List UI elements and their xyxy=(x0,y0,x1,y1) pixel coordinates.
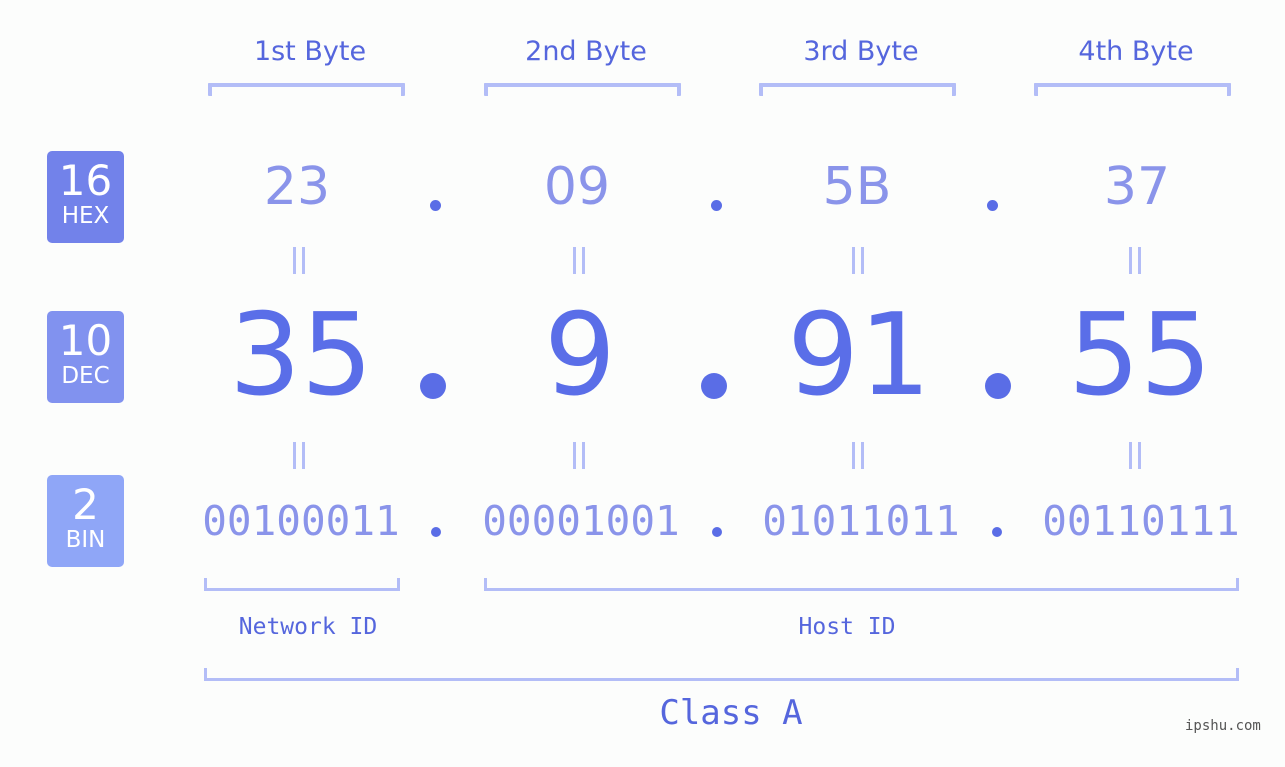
hex-octet-1: 23 xyxy=(263,157,331,217)
bin-separator-dot-3 xyxy=(992,527,1002,537)
network-id-label: Network ID xyxy=(238,614,378,640)
equals-icon xyxy=(851,442,865,469)
byte-header-2: 2nd Byte xyxy=(525,36,647,67)
byte-bracket-3 xyxy=(759,83,956,96)
equals-icon xyxy=(851,247,865,274)
bin-octet-1: 00100011 xyxy=(202,497,400,545)
host-id-bracket xyxy=(484,578,1239,591)
hex-badge: 16 HEX xyxy=(47,151,124,243)
dec-separator-dot-2 xyxy=(701,373,727,399)
equals-icon xyxy=(1128,442,1142,469)
equals-icon xyxy=(1128,247,1142,274)
equals-icon xyxy=(572,247,586,274)
dec-separator-dot-3 xyxy=(985,373,1011,399)
bin-badge: 2 BIN xyxy=(47,475,124,567)
dec-badge: 10 DEC xyxy=(47,311,124,403)
equals-icon xyxy=(292,442,306,469)
class-bracket xyxy=(204,668,1239,681)
byte-bracket-2 xyxy=(484,83,681,96)
bin-octet-3: 01011011 xyxy=(762,497,960,545)
host-id-label: Host ID xyxy=(798,614,896,640)
hex-separator-dot-1 xyxy=(430,200,441,211)
equals-icon xyxy=(572,442,586,469)
byte-header-4: 4th Byte xyxy=(1078,36,1194,67)
equals-icon xyxy=(292,247,306,274)
bin-badge-label: BIN xyxy=(65,527,106,553)
byte-bracket-4 xyxy=(1034,83,1231,96)
hex-separator-dot-2 xyxy=(711,200,722,211)
byte-bracket-1 xyxy=(208,83,405,96)
network-id-bracket xyxy=(204,578,400,591)
bin-octet-4: 00110111 xyxy=(1042,497,1240,545)
hex-octet-2: 09 xyxy=(543,157,611,217)
hex-separator-dot-3 xyxy=(987,200,998,211)
bin-separator-dot-2 xyxy=(712,527,722,537)
hex-octet-3: 5B xyxy=(822,157,892,217)
class-label: Class A xyxy=(659,693,803,733)
byte-header-1: 1st Byte xyxy=(253,36,367,67)
dec-octet-2: 9 xyxy=(544,289,616,421)
hex-badge-label: HEX xyxy=(61,203,110,229)
hex-octet-4: 37 xyxy=(1103,157,1171,217)
bin-octet-2: 00001001 xyxy=(482,497,680,545)
watermark: ipshu.com xyxy=(1185,718,1261,734)
bin-separator-dot-1 xyxy=(431,527,441,537)
dec-octet-1: 35 xyxy=(229,289,373,421)
dec-separator-dot-1 xyxy=(420,373,446,399)
bin-badge-number: 2 xyxy=(72,480,99,529)
dec-badge-label: DEC xyxy=(61,363,110,389)
hex-badge-number: 16 xyxy=(58,156,113,205)
dec-badge-number: 10 xyxy=(58,316,113,365)
dec-octet-4: 55 xyxy=(1068,289,1212,421)
dec-octet-3: 91 xyxy=(787,289,931,421)
byte-header-3: 3rd Byte xyxy=(803,36,919,67)
